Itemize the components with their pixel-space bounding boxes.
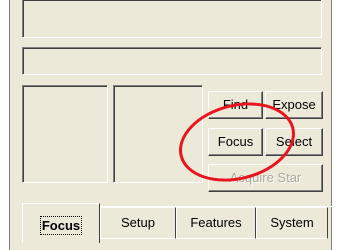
find-button[interactable]: Find [208,91,263,119]
tab-setup[interactable]: Setup [100,207,176,239]
tab-setup-label: Setup [121,215,155,230]
acquire-star-button: Acquire Star [208,164,323,192]
tab-features-label: Features [190,215,242,230]
info-display-box [22,0,322,38]
tab-features[interactable]: Features [176,207,256,239]
focus-button[interactable]: Focus [208,128,263,156]
status-field [22,47,322,75]
select-button[interactable]: Select [265,128,323,156]
app-window: Find Expose Focus Select Acquire Star Fo… [9,0,332,250]
expose-button[interactable]: Expose [265,91,323,119]
image-preview-left [22,85,108,183]
tab-focus[interactable]: Focus [22,203,100,243]
tab-system[interactable]: System [256,207,328,239]
tab-focus-label: Focus [39,216,83,235]
tab-system-label: System [270,215,314,230]
image-preview-right [113,85,203,183]
